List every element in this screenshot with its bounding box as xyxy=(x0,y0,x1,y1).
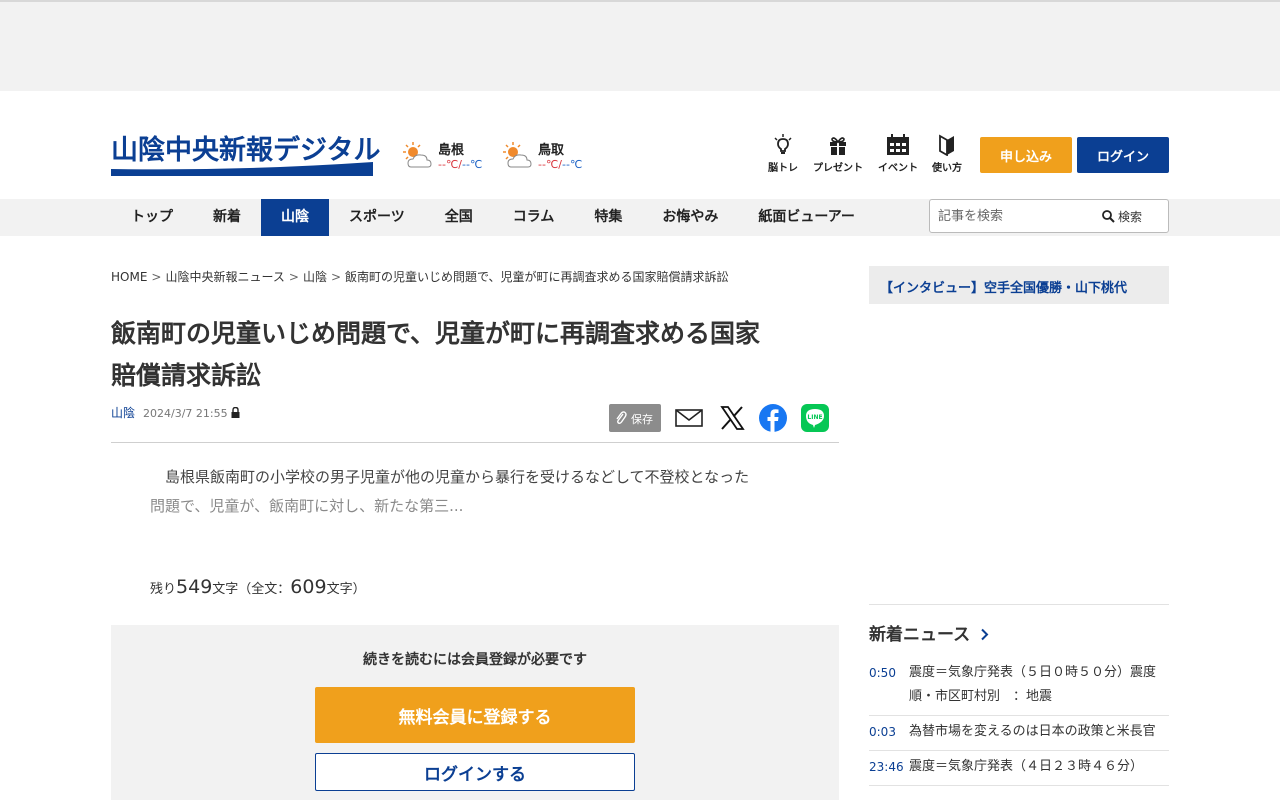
latest-news-title: 新着ニュース xyxy=(869,625,971,645)
ad-banner-area xyxy=(0,2,1280,91)
lock-icon xyxy=(231,406,240,418)
breadcrumb-news[interactable]: 山陰中央新報ニュース xyxy=(165,270,284,284)
breadcrumb: HOME > 山陰中央新報ニュース > 山陰 > 飯南町の児童いじめ問題で、児童が町に再調査… xyxy=(111,268,729,285)
article-lead-line-1: 島根県飯南町の小学校の男子児童が他の児童から暴行を受けるなどして不登校となった xyxy=(150,468,750,486)
apply-button[interactable]: 申し込み xyxy=(980,137,1072,173)
facebook-share-icon[interactable] xyxy=(759,404,787,432)
breadcrumb-home[interactable]: HOME xyxy=(111,270,147,284)
sun-cloud-icon xyxy=(503,142,532,168)
chevron-right-icon xyxy=(981,628,989,641)
sidebar-banner-text: 【インタビュー】空手全国優勝・山下桃代 xyxy=(880,281,1128,296)
logo-underline xyxy=(111,162,373,176)
weather-shimane[interactable]: 島根 --℃/--℃ xyxy=(402,139,492,175)
article-meta: 山陰 2024/3/7 21:55 xyxy=(111,404,240,421)
nav-latest[interactable]: 新着 xyxy=(193,199,261,236)
latest-news-heading[interactable]: 新着ニュース xyxy=(869,620,989,645)
news-time: 23:46 xyxy=(869,760,904,774)
article-divider xyxy=(111,442,839,443)
news-item[interactable]: 0:50 震度＝気象庁発表（５日０時５０分）震度順・市区町村別 ：地震 xyxy=(869,657,1169,716)
lightbulb-icon xyxy=(774,134,792,154)
search-button-label: 検索 xyxy=(1118,210,1143,224)
nav-national[interactable]: 全国 xyxy=(425,199,493,236)
paywall-login-button[interactable]: ログインする xyxy=(315,753,635,791)
search-icon xyxy=(1102,210,1115,223)
breadcrumb-separator: > xyxy=(151,270,162,284)
nav-obituary[interactable]: お悔やみ xyxy=(642,199,738,236)
article-title: 飯南町の児童いじめ問題で、児童が町に再調査求める国家 賠償請求訴訟 xyxy=(111,313,851,397)
search-box: 検索 xyxy=(929,199,1169,233)
main-nav: トップ 新着 山陰 スポーツ 全国 コラム 特集 お悔やみ 紙面ビューアー xyxy=(111,199,875,236)
howto-link[interactable]: 使い方 xyxy=(932,134,962,174)
remaining-characters: 残り549文字（全文：609文字） xyxy=(150,576,366,598)
x-share-icon[interactable] xyxy=(718,404,746,432)
news-headline: 為替市場を変えるのは日本の政策と米長官 xyxy=(909,724,1156,739)
news-time: 0:03 xyxy=(869,725,896,739)
line-share-icon[interactable]: LINE xyxy=(801,404,829,432)
event-label: イベント xyxy=(878,163,918,174)
temp-high: --℃ xyxy=(538,158,559,171)
paperclip-icon xyxy=(616,411,627,425)
nav-top[interactable]: トップ xyxy=(111,199,193,236)
paywall-box: 続きを読むには会員登録が必要です 無料会員に登録する ログインする xyxy=(111,625,839,800)
total-count: 609 xyxy=(290,576,327,598)
event-link[interactable]: イベント xyxy=(878,134,918,174)
svg-text:LINE: LINE xyxy=(807,414,822,421)
sidebar-divider xyxy=(869,604,1169,605)
breadcrumb-current: 飯南町の児童いじめ問題で、児童が町に再調査求める国家賠償請求訴訟 xyxy=(345,270,729,284)
brain-training-link[interactable]: 脳トレ xyxy=(768,134,798,174)
login-button[interactable]: ログイン xyxy=(1077,137,1169,173)
news-time: 0:50 xyxy=(869,666,896,680)
remain-count: 549 xyxy=(176,576,213,598)
weather-city: 鳥取 xyxy=(538,143,565,158)
news-headline: 震度＝気象庁発表（４日２３時４６分） xyxy=(909,759,1144,774)
present-label: プレゼント xyxy=(813,163,863,174)
calendar-icon xyxy=(887,134,909,155)
weather-city: 島根 xyxy=(438,143,465,158)
weather-tottori[interactable]: 鳥取 --℃/--℃ xyxy=(502,139,592,175)
weather-temp: --℃/--℃ xyxy=(438,158,483,171)
article-lead-line-2: 問題で、児童が、飯南町に対し、新たな第三... xyxy=(150,497,464,515)
site-logo[interactable]: 山陰中央新報デジタル xyxy=(111,128,380,176)
paywall-title: 続きを読むには会員登録が必要です xyxy=(363,652,587,668)
beginner-mark-icon xyxy=(939,134,954,156)
news-headline: 震度＝気象庁発表（５日０時５０分）震度順・市区町村別 ：地震 xyxy=(909,665,1157,704)
nav-column[interactable]: コラム xyxy=(493,199,575,236)
save-label: 保存 xyxy=(631,413,653,426)
howto-label: 使い方 xyxy=(932,163,962,174)
remain-mid: 文字（全文： xyxy=(212,582,291,597)
save-button[interactable]: 保存 xyxy=(609,404,661,432)
title-line-1: 飯南町の児童いじめ問題で、児童が町に再調査求める国家 xyxy=(111,319,761,348)
nav-sports[interactable]: スポーツ xyxy=(329,199,425,236)
sidebar-interview-banner[interactable]: 【インタビュー】空手全国優勝・山下桃代 xyxy=(869,266,1169,304)
nav-sanin[interactable]: 山陰 xyxy=(261,199,329,236)
gift-icon xyxy=(830,137,846,155)
search-input[interactable] xyxy=(938,206,1098,226)
title-line-2: 賠償請求訴訟 xyxy=(111,361,262,390)
temp-high: --℃ xyxy=(438,158,459,171)
search-button[interactable]: 検索 xyxy=(1102,208,1142,225)
nav-feature[interactable]: 特集 xyxy=(574,199,642,236)
brain-training-label: 脳トレ xyxy=(768,163,798,174)
nav-paper-viewer[interactable]: 紙面ビューアー xyxy=(738,199,875,236)
news-item[interactable]: 23:46 震度＝気象庁発表（４日２３時４６分） xyxy=(869,751,1169,786)
news-item[interactable]: 0:03 為替市場を変えるのは日本の政策と米長官 xyxy=(869,716,1169,751)
article-category[interactable]: 山陰 xyxy=(111,406,135,420)
breadcrumb-separator: > xyxy=(330,270,342,284)
remain-prefix: 残り xyxy=(150,582,177,597)
sun-cloud-icon xyxy=(403,142,432,168)
temp-low: --℃ xyxy=(462,158,483,171)
article-date: 2024/3/7 21:55 xyxy=(143,407,228,420)
temp-low: --℃ xyxy=(562,158,583,171)
breadcrumb-separator: > xyxy=(288,270,299,284)
free-register-button[interactable]: 無料会員に登録する xyxy=(315,687,635,743)
breadcrumb-sanin[interactable]: 山陰 xyxy=(303,270,327,284)
weather-temp: --℃/--℃ xyxy=(538,158,583,171)
mail-share-icon[interactable] xyxy=(675,404,703,432)
remain-suffix: 文字） xyxy=(326,582,366,597)
present-link[interactable]: プレゼント xyxy=(813,134,863,174)
latest-news-list: 0:50 震度＝気象庁発表（５日０時５０分）震度順・市区町村別 ：地震 0:03… xyxy=(869,657,1169,786)
